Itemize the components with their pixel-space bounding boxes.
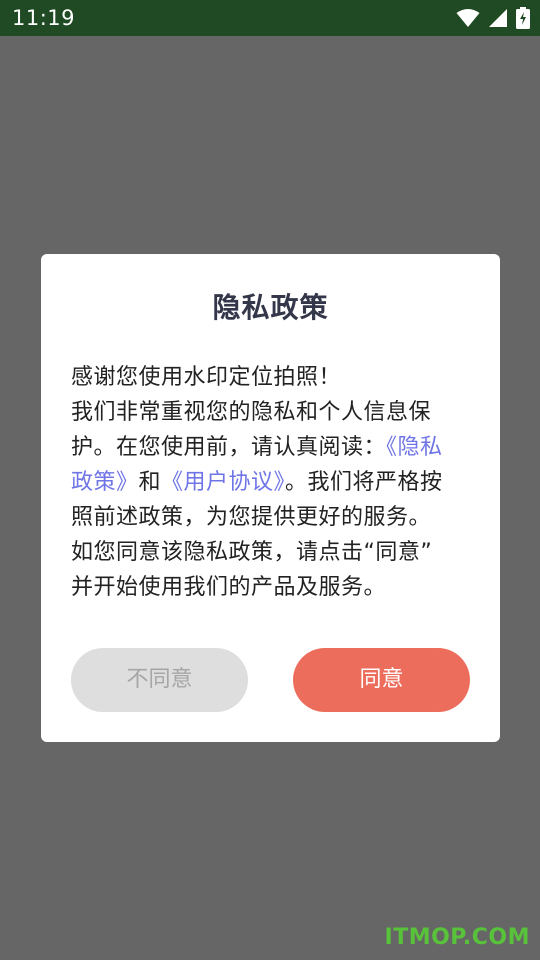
wifi-icon	[456, 8, 480, 28]
body-line: 如您同意该隐私政策，请点击“同意”	[71, 540, 433, 565]
battery-charging-icon	[516, 7, 530, 29]
body-text-segment: 。我们将严格按	[285, 470, 443, 495]
body-line: 照前述政策，为您提供更好的服务。	[71, 505, 432, 530]
status-time: 11:19	[12, 6, 76, 30]
privacy-policy-link-continued[interactable]: 政策》	[71, 470, 139, 495]
agree-button[interactable]: 同意	[293, 648, 470, 712]
dialog-title: 隐私政策	[212, 291, 329, 324]
body-line: 政策》和《用户协议》。我们将严格按	[71, 465, 469, 500]
signal-icon	[488, 8, 508, 28]
privacy-policy-link[interactable]: 《隐私	[386, 435, 443, 460]
privacy-dialog: 隐私政策 感谢您使用水印定位拍照！ 我们非常重视您的隐私和个人信息保 护。在您使…	[41, 254, 500, 742]
body-line: 并开始使用我们的产品及服务。	[71, 575, 387, 600]
status-bar: 11:19	[0, 0, 540, 36]
screen: 11:19 隐私政策 感谢您使用水印定位拍照！ 我们非常重视您的隐私和个人信息保…	[0, 0, 540, 960]
body-line: 护。在您使用前，请认真阅读：《隐私	[71, 430, 469, 465]
body-text-segment: 护。在您使用前，请认真阅读：	[71, 435, 387, 460]
body-text-segment: 和	[138, 470, 162, 495]
decline-button[interactable]: 不同意	[71, 648, 248, 712]
body-line: 感谢您使用水印定位拍照！	[71, 365, 342, 390]
dialog-body: 感谢您使用水印定位拍照！ 我们非常重视您的隐私和个人信息保 护。在您使用前，请认…	[71, 360, 469, 605]
body-line: 我们非常重视您的隐私和个人信息保	[71, 400, 432, 425]
user-agreement-link[interactable]: 《用户协议》	[161, 470, 285, 495]
watermark: ITMOP.COM	[384, 925, 530, 950]
status-icons	[456, 6, 530, 30]
